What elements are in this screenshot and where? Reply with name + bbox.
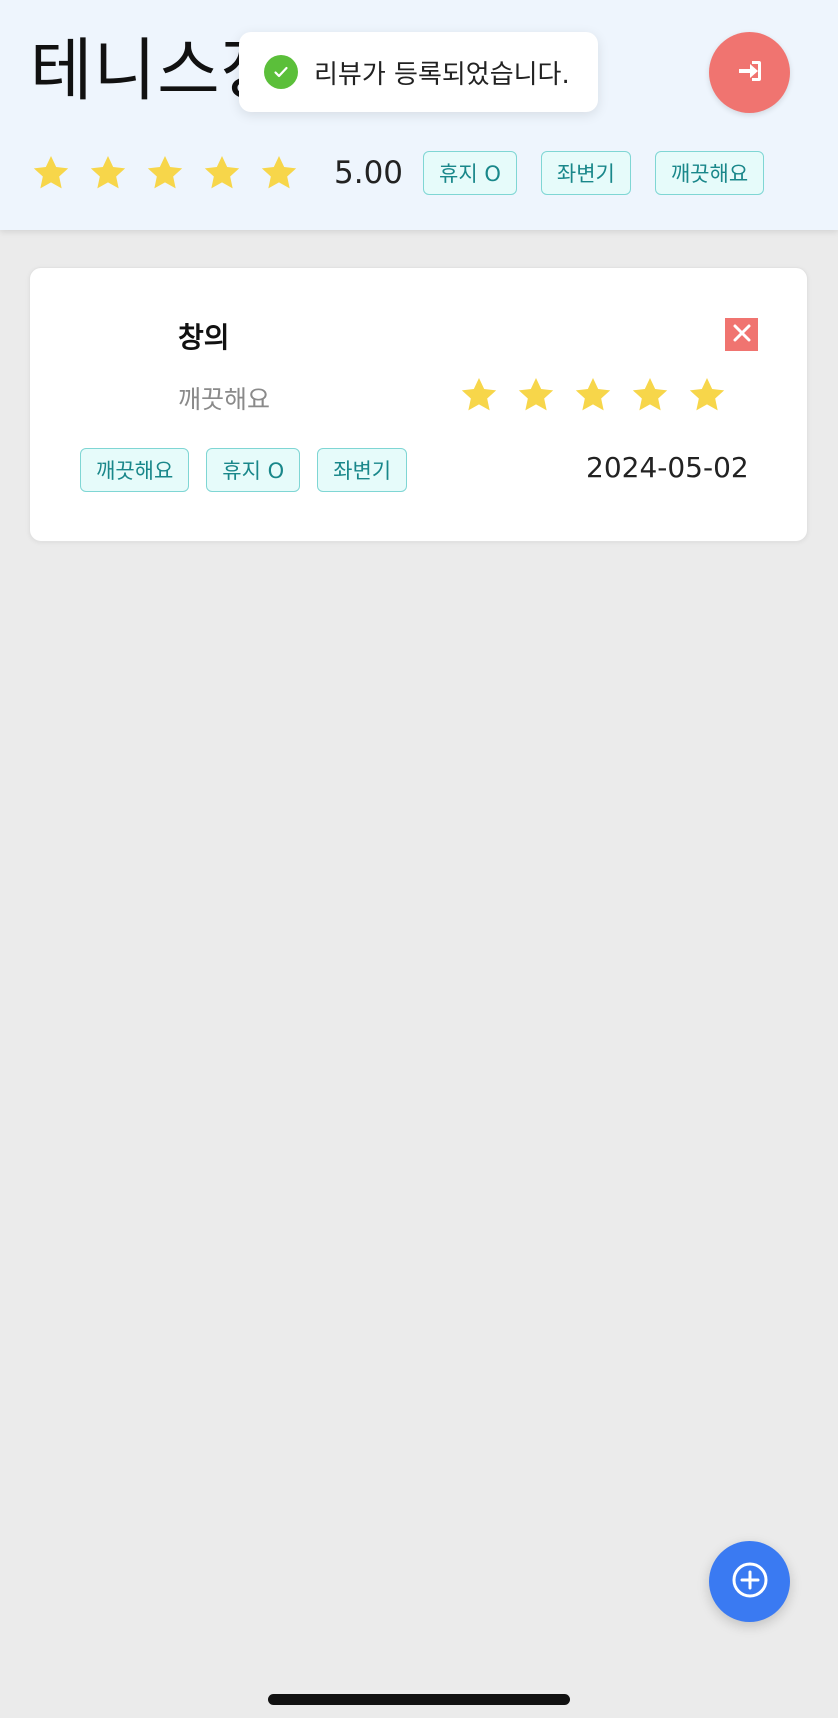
review-tags: 깨끗해요 휴지 O 좌변기 [80, 448, 424, 492]
tag-tissue: 휴지 O [206, 448, 301, 492]
delete-review-button[interactable] [725, 318, 758, 351]
close-icon [732, 323, 752, 347]
tag-toilet: 좌변기 [540, 151, 631, 195]
check-circle-icon [264, 55, 298, 89]
star-icon [458, 375, 500, 415]
star-icon [515, 375, 557, 415]
toast-message: 리뷰가 등록되었습니다. [314, 59, 570, 90]
home-indicator[interactable] [268, 1694, 570, 1705]
review-comment: 깨끗해요 [178, 385, 271, 414]
star-icon [87, 153, 129, 193]
review-card: 창의 깨끗해요 깨끗해요 휴지 O 좌변기 2024-05-02 [29, 267, 808, 542]
app-screen: 테니스장 5.00 휴지 O 좌변기 깨끗해요 리뷰가 등록되었습니다. 창의 … [0, 0, 838, 1718]
average-rating: 5.00 [334, 155, 404, 191]
review-date: 2024-05-02 [586, 451, 749, 484]
tag-toilet: 좌변기 [317, 448, 408, 492]
star-icon [572, 375, 614, 415]
star-icon [201, 153, 243, 193]
add-review-button[interactable] [709, 1541, 790, 1622]
tag-clean: 깨끗해요 [654, 151, 765, 195]
tag-tissue: 휴지 O [423, 151, 517, 195]
star-icon [30, 153, 72, 193]
login-button[interactable] [709, 32, 790, 113]
star-icon [258, 153, 300, 193]
star-icon [144, 153, 186, 193]
star-icon [629, 375, 671, 415]
star-icon [686, 375, 728, 415]
plus-circle-icon [731, 1561, 769, 1603]
sign-in-icon [737, 59, 763, 87]
review-author: 창의 [178, 321, 230, 354]
average-stars [30, 153, 315, 193]
rating-row: 5.00 휴지 O 좌변기 깨끗해요 [30, 148, 788, 198]
facility-tags: 휴지 O 좌변기 깨끗해요 [423, 151, 788, 195]
success-toast: 리뷰가 등록되었습니다. [239, 32, 598, 112]
review-stars [458, 375, 743, 415]
tag-clean: 깨끗해요 [80, 448, 190, 492]
